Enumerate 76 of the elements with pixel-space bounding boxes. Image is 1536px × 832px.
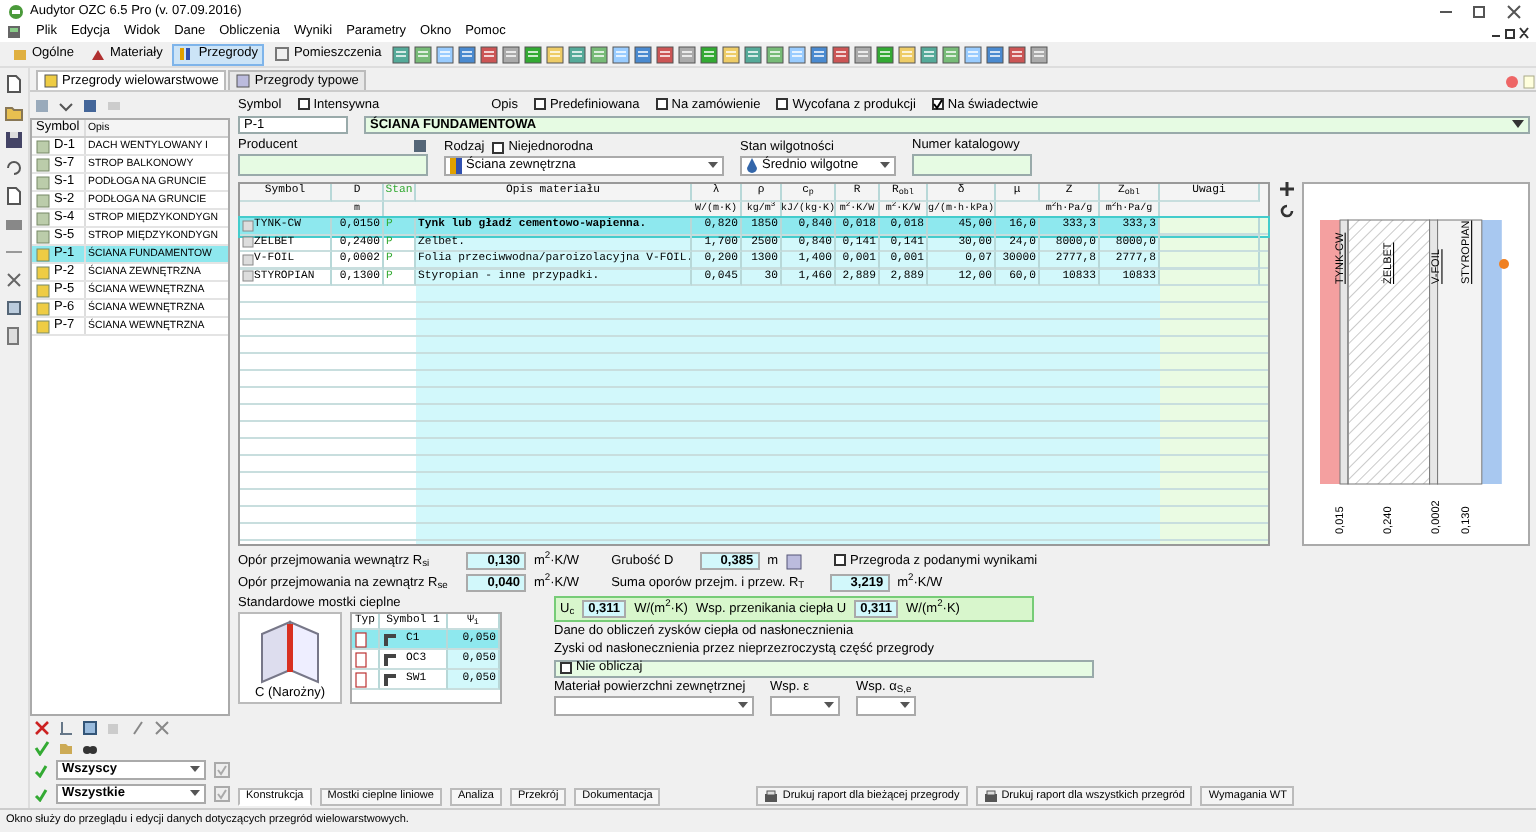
wall-icon xyxy=(44,74,58,88)
drop-icon xyxy=(746,158,758,174)
toolbar-icon[interactable] xyxy=(963,45,982,63)
producer-field[interactable] xyxy=(238,154,428,176)
add-icon[interactable] xyxy=(1279,182,1294,196)
room-icon xyxy=(273,46,290,62)
wall-icon xyxy=(178,46,195,62)
folder-icon xyxy=(12,46,28,62)
toolbar-icon[interactable] xyxy=(831,45,850,63)
toolbar-icon[interactable] xyxy=(435,45,454,63)
checkbox[interactable] xyxy=(776,98,789,111)
check-icon xyxy=(931,98,944,111)
checkbox[interactable] xyxy=(931,98,944,111)
toolbar-icon[interactable] xyxy=(765,45,784,63)
toolbar-icon[interactable] xyxy=(853,45,872,63)
epsilon-dropdown[interactable] xyxy=(770,696,840,717)
toolbar-icon[interactable] xyxy=(655,45,674,63)
toolbar-icon[interactable] xyxy=(897,45,916,63)
caret-icon xyxy=(190,790,200,798)
checkbox[interactable] xyxy=(655,98,668,111)
caret-icon xyxy=(738,702,748,711)
wall-icon xyxy=(450,158,462,174)
edit-icon[interactable] xyxy=(130,720,146,736)
toolbar-icon[interactable] xyxy=(941,45,960,63)
toolbar-icon[interactable] xyxy=(501,45,520,63)
toolbar-icon[interactable] xyxy=(611,45,630,63)
caret-icon xyxy=(880,162,890,170)
toolbar-icon[interactable] xyxy=(633,45,652,63)
toolbar-icon[interactable] xyxy=(721,45,740,63)
toolbar-icon[interactable] xyxy=(589,45,608,63)
sun-icon xyxy=(1499,259,1509,269)
caret-icon[interactable] xyxy=(58,97,74,113)
toolbar-icon[interactable] xyxy=(391,45,410,63)
caret-icon xyxy=(824,702,834,711)
rotate-icon[interactable] xyxy=(1279,204,1294,218)
binoculars-icon[interactable] xyxy=(82,740,98,756)
close-icon[interactable] xyxy=(154,720,170,736)
window-controls-icon[interactable] xyxy=(1490,25,1530,39)
toolbar-icon[interactable] xyxy=(523,45,542,63)
toolbar-icon[interactable] xyxy=(545,45,564,63)
toolbar-icon[interactable] xyxy=(1007,45,1026,63)
folder-icon[interactable] xyxy=(4,102,24,122)
caret-icon xyxy=(1512,120,1524,130)
caret-icon xyxy=(190,766,200,774)
checkbox[interactable] xyxy=(297,98,310,111)
toolbar-icon[interactable] xyxy=(787,45,806,63)
checkbox[interactable] xyxy=(492,142,505,155)
cut-icon[interactable] xyxy=(4,270,24,290)
alpha-dropdown[interactable] xyxy=(856,696,916,717)
toolbar-icon[interactable] xyxy=(677,45,696,63)
wall-icon xyxy=(236,74,251,88)
caret-icon xyxy=(900,702,910,711)
save-icon[interactable] xyxy=(4,130,24,150)
toolbar-icon[interactable] xyxy=(1029,45,1048,63)
app-icon xyxy=(6,24,22,40)
checkbox[interactable] xyxy=(533,98,546,111)
toolbar-icon[interactable] xyxy=(413,45,432,63)
toolbar-icon[interactable] xyxy=(699,45,718,63)
toolbar-icon[interactable] xyxy=(743,45,762,63)
checkbox[interactable] xyxy=(560,662,572,675)
checkbox[interactable] xyxy=(834,554,846,567)
catalog-field[interactable] xyxy=(912,154,1032,176)
caret-icon xyxy=(708,162,718,170)
toolbar-icon[interactable] xyxy=(985,45,1004,63)
undo-icon[interactable] xyxy=(4,158,24,178)
page-icon[interactable] xyxy=(4,74,24,94)
toolbar-icon[interactable] xyxy=(479,45,498,63)
toolbar-icon[interactable] xyxy=(809,45,828,63)
material-dropdown[interactable] xyxy=(554,696,754,717)
page-icon[interactable] xyxy=(4,186,24,206)
pyramid-icon xyxy=(89,46,106,62)
delete-icon[interactable] xyxy=(34,720,50,736)
toolbar-icon[interactable] xyxy=(919,45,938,63)
toolbar-icon[interactable] xyxy=(457,45,476,63)
toolbar-icon[interactable] xyxy=(567,45,586,63)
toolbar-icon[interactable] xyxy=(875,45,894,63)
